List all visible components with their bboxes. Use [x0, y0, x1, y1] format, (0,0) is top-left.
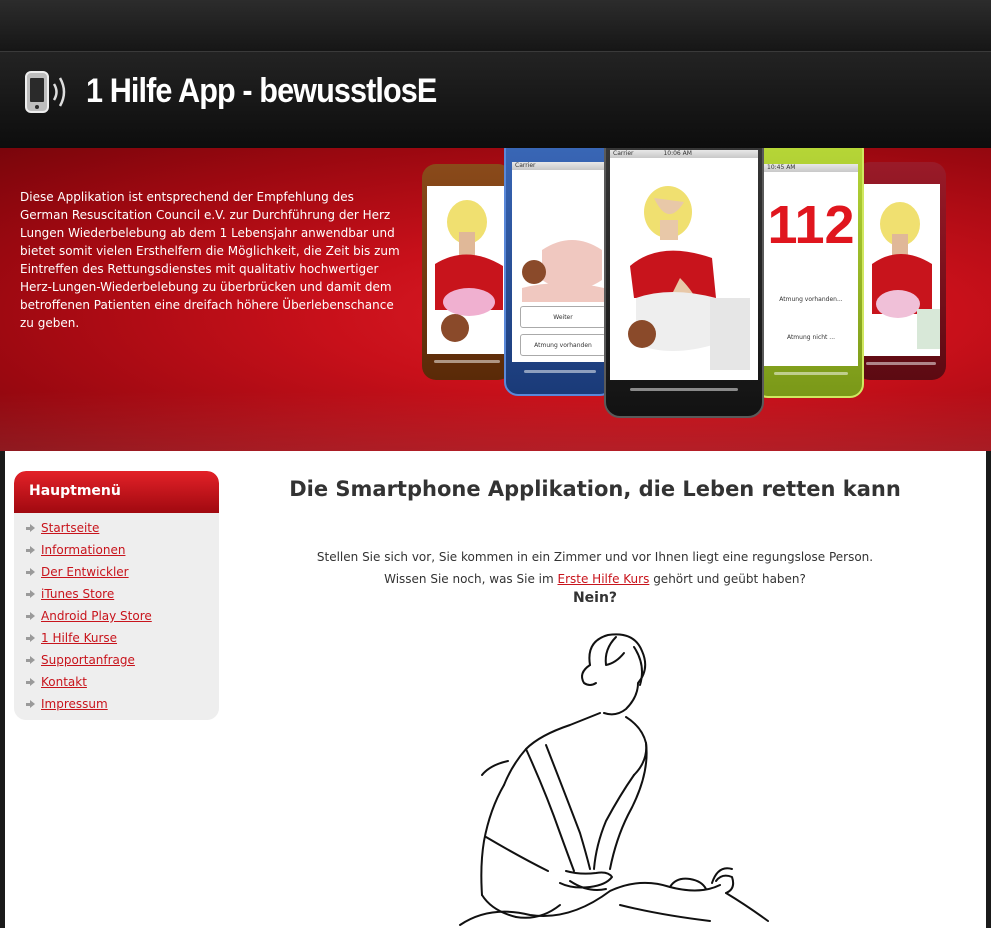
- menu-item-informationen[interactable]: Informationen: [14, 539, 219, 561]
- arrow-right-icon: [26, 677, 35, 687]
- menu-list: Startseite Informationen Der Entwickler …: [14, 513, 219, 715]
- phone-image-far-right: [856, 162, 946, 380]
- menu-item-android-play-store[interactable]: Android Play Store: [14, 605, 219, 627]
- menu-item-itunes-store[interactable]: iTunes Store: [14, 583, 219, 605]
- hero-banner: Diese Applikation ist entsprechend der E…: [0, 148, 991, 451]
- menu-link-1-hilfe-kurse[interactable]: 1 Hilfe Kurse: [41, 631, 117, 645]
- arrow-right-icon: [26, 655, 35, 665]
- menu-item-der-entwickler[interactable]: Der Entwickler: [14, 561, 219, 583]
- intro-line-1: Stellen Sie sich vor, Sie kommen in ein …: [316, 550, 874, 564]
- menu-item-startseite[interactable]: Startseite: [14, 517, 219, 539]
- phone-atmung-nicht-label: Atmung nicht ...: [786, 334, 836, 341]
- menu-link-startseite[interactable]: Startseite: [41, 521, 99, 535]
- arrow-right-icon: [26, 699, 35, 709]
- intro-text: Stellen Sie sich vor, Sie kommen in ein …: [240, 546, 950, 590]
- arrow-right-icon: [26, 589, 35, 599]
- phone-image-green: 10:45 AM 112 Atmung vorhanden... Atmung …: [754, 148, 864, 398]
- arrow-right-icon: [26, 633, 35, 643]
- cpr-line-drawing: [459, 633, 769, 926]
- banner-reflection: [0, 391, 991, 451]
- menu-link-android-play-store[interactable]: Android Play Store: [41, 609, 152, 623]
- main-menu: Hauptmenü Startseite Informationen Der E…: [14, 471, 219, 720]
- banner-description: Diese Applikation ist entsprechend der E…: [20, 190, 400, 330]
- arrow-right-icon: [26, 611, 35, 621]
- phone-image-center: Carrier 10:06 AM: [604, 148, 764, 418]
- intro-line-2: Wissen Sie noch, was Sie im Erste Hilfe …: [384, 572, 806, 586]
- phone-atmung-button: Atmung vorhanden: [520, 334, 606, 356]
- menu-link-itunes-store[interactable]: iTunes Store: [41, 587, 114, 601]
- top-bar: [0, 0, 991, 52]
- menu-link-informationen[interactable]: Informationen: [41, 543, 125, 557]
- phone-image-far-left: [422, 164, 512, 380]
- arrow-right-icon: [26, 567, 35, 577]
- menu-item-kontakt[interactable]: Kontakt: [14, 671, 219, 693]
- site-header: 1 Hilfe App - bewusstlosE: [0, 52, 991, 148]
- menu-link-supportanfrage[interactable]: Supportanfrage: [41, 653, 135, 667]
- arrow-right-icon: [26, 523, 35, 533]
- menu-link-impressum[interactable]: Impressum: [41, 697, 108, 711]
- arrow-right-icon: [26, 545, 35, 555]
- emergency-number-112: 112: [767, 195, 855, 255]
- smartphone-signal-icon: [25, 71, 66, 113]
- menu-link-der-entwickler[interactable]: Der Entwickler: [41, 565, 129, 579]
- phone-image-blue: Carrier Weiter Atmung vorhanden: [504, 148, 614, 396]
- question-text: Nein?: [572, 590, 618, 606]
- site-title[interactable]: 1 Hilfe App - bewusstlosE: [86, 72, 437, 111]
- menu-item-impressum[interactable]: Impressum: [14, 693, 219, 715]
- menu-item-1-hilfe-kurse[interactable]: 1 Hilfe Kurse: [14, 627, 219, 649]
- menu-item-supportanfrage[interactable]: Supportanfrage: [14, 649, 219, 671]
- erste-hilfe-kurs-link[interactable]: Erste Hilfe Kurs: [558, 572, 650, 586]
- menu-heading: Hauptmenü: [14, 471, 219, 513]
- page-title: Die Smartphone Applikation, die Leben re…: [289, 477, 901, 501]
- phone-atmung-vorhanden-label: Atmung vorhanden...: [779, 296, 843, 303]
- phone-weiter-button: Weiter: [520, 306, 606, 328]
- menu-link-kontakt[interactable]: Kontakt: [41, 675, 87, 689]
